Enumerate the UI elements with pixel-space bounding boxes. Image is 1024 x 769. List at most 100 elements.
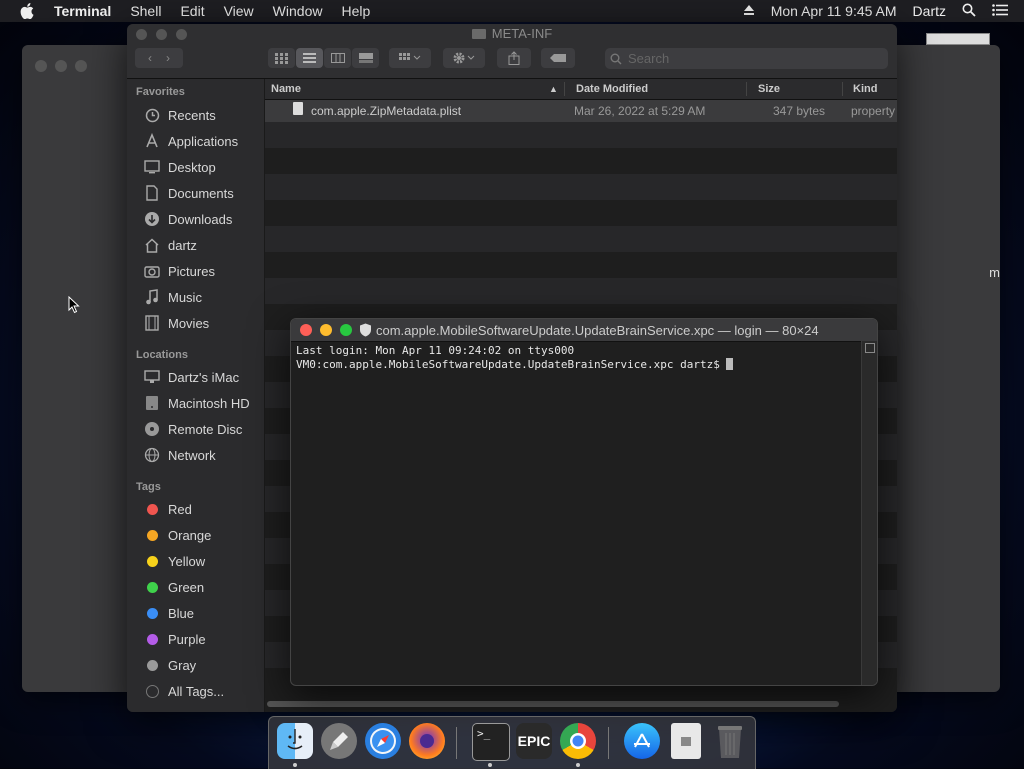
menu-window[interactable]: Window (273, 3, 323, 19)
sidebar-item-remote-disc[interactable]: Remote Disc (144, 419, 242, 439)
shield-icon (360, 323, 371, 337)
safari-icon[interactable] (365, 723, 401, 759)
epic-games-icon[interactable]: EPIC (516, 723, 552, 759)
back-forward-buttons[interactable]: ‹ › (135, 48, 183, 68)
sidebar-tag-red[interactable]: Red (144, 499, 192, 519)
file-icon[interactable] (671, 723, 701, 759)
action-menu-button[interactable] (443, 48, 485, 68)
gallery-view-button[interactable] (352, 48, 379, 68)
terminal-zoom-button[interactable] (340, 324, 352, 336)
sidebar-item-movies[interactable]: Movies (144, 313, 209, 333)
list-view-button[interactable] (296, 48, 323, 68)
terminal-close-button[interactable] (300, 324, 312, 336)
menu-help[interactable]: Help (341, 3, 370, 19)
menu-shell[interactable]: Shell (130, 3, 161, 19)
menubar-clock[interactable]: Mon Apr 11 9:45 AM (771, 3, 897, 19)
forward-chevron-icon[interactable]: › (166, 51, 170, 65)
share-button[interactable] (497, 48, 531, 68)
bg-close-button[interactable] (35, 60, 47, 72)
sidebar-item-recents[interactable]: Recents (144, 105, 216, 125)
chrome-icon[interactable] (560, 723, 596, 759)
search-field[interactable]: Search (605, 48, 888, 69)
sidebar-tag-orange[interactable]: Orange (144, 525, 211, 545)
launchpad-icon[interactable] (321, 723, 357, 759)
edit-tags-button[interactable] (541, 48, 575, 68)
tags-header: Tags (136, 481, 161, 493)
table-row[interactable]: com.apple.ZipMetadata.plist Mar 26, 2022… (265, 100, 897, 122)
folder-icon (471, 29, 486, 39)
menubar-user[interactable]: Dartz (913, 3, 946, 19)
sidebar-tag-purple[interactable]: Purple (144, 629, 206, 649)
sidebar-item-label: Yellow (168, 553, 206, 569)
icon-view-button[interactable] (268, 48, 295, 68)
group-by-button[interactable] (389, 48, 431, 68)
terminal-minimize-button[interactable] (320, 324, 332, 336)
sidebar-item-label: Downloads (168, 211, 233, 227)
sidebar-item-desktop[interactable]: Desktop (144, 157, 216, 177)
sidebar-item-pictures[interactable]: Pictures (144, 261, 215, 281)
sidebar-item-imac[interactable]: Dartz's iMac (144, 367, 239, 387)
column-view-button[interactable] (324, 48, 351, 68)
terminal-title: com.apple.MobileSoftwareUpdate.UpdateBra… (359, 323, 819, 338)
menu-view[interactable]: View (224, 3, 254, 19)
dock: >_ EPIC (268, 716, 756, 769)
bg-minimize-button[interactable] (55, 60, 67, 72)
sidebar-item-macintosh-hd[interactable]: Macintosh HD (144, 393, 250, 413)
sidebar-item-dartz[interactable]: dartz (144, 235, 197, 255)
sidebar-item-label: Applications (168, 133, 239, 149)
trash-icon[interactable] (712, 723, 748, 759)
clock-icon (144, 107, 160, 123)
group-grid-icon (399, 53, 421, 60)
terminal-scrollbar[interactable] (861, 341, 877, 685)
column-kind[interactable]: Kind (853, 83, 877, 95)
column-header: Name ▲ Date Modified Size Kind (265, 79, 897, 100)
terminal-icon[interactable]: >_ (472, 723, 510, 761)
sidebar-all-tags[interactable]: All Tags... (144, 681, 224, 701)
spotlight-search-icon[interactable] (962, 3, 976, 20)
firefox-icon[interactable] (409, 723, 445, 759)
chrome-running-dot (576, 763, 580, 767)
sidebar-tag-green[interactable]: Green (144, 577, 204, 597)
bg-zoom-button[interactable] (75, 60, 87, 72)
file-date-modified: Mar 26, 2022 at 5:29 AM (574, 104, 706, 118)
sort-chevron-icon[interactable]: ▲ (549, 84, 558, 94)
sidebar-item-label: All Tags... (168, 683, 225, 699)
sidebar-tag-yellow[interactable]: Yellow (144, 551, 205, 571)
app-menu-terminal[interactable]: Terminal (54, 3, 111, 19)
sidebar-item-documents[interactable]: Documents (144, 183, 234, 203)
sidebar-item-label: Purple (168, 631, 206, 647)
finder-sidebar: Favorites Recents Applications Desktop D… (127, 79, 265, 712)
terminal-window[interactable]: com.apple.MobileSoftwareUpdate.UpdateBra… (290, 318, 878, 686)
sidebar-item-applications[interactable]: Applications (144, 131, 238, 151)
terminal-output[interactable]: Last login: Mon Apr 11 09:24:02 on ttys0… (296, 344, 734, 372)
column-size[interactable]: Size (758, 83, 780, 95)
sidebar-item-music[interactable]: Music (144, 287, 202, 307)
sidebar-tag-blue[interactable]: Blue (144, 603, 194, 623)
column-date-modified[interactable]: Date Modified (576, 83, 648, 95)
sidebar-item-network[interactable]: Network (144, 445, 216, 465)
globe-icon (144, 447, 160, 463)
terminal-running-dot (488, 763, 492, 767)
yellow-tag-dot-icon (146, 555, 158, 567)
notification-center-icon[interactable] (992, 3, 1008, 19)
search-placeholder: Search (628, 51, 670, 66)
column-name[interactable]: Name (271, 83, 301, 95)
home-icon (144, 237, 160, 253)
terminal-prompt: VM0:com.apple.MobileSoftwareUpdate.Updat… (296, 358, 727, 371)
sidebar-item-label: Music (168, 289, 202, 305)
back-chevron-icon[interactable]: ‹ (148, 51, 152, 65)
eject-icon[interactable] (743, 3, 755, 19)
file-kind: property (851, 104, 896, 118)
sidebar-item-label: Gray (168, 657, 197, 673)
horizontal-scrollbar[interactable] (267, 701, 839, 707)
menu-edit[interactable]: Edit (180, 3, 204, 19)
sidebar-item-downloads[interactable]: Downloads (144, 209, 232, 229)
finder-running-dot (293, 763, 297, 767)
sidebar-item-label: Recents (168, 107, 216, 123)
app-store-icon[interactable] (624, 723, 660, 759)
finder-icon[interactable] (277, 723, 313, 759)
apple-menu-icon[interactable] (20, 3, 38, 19)
sidebar-tag-gray[interactable]: Gray (144, 655, 196, 675)
documents-icon (144, 185, 160, 201)
columns-icon (330, 53, 345, 63)
